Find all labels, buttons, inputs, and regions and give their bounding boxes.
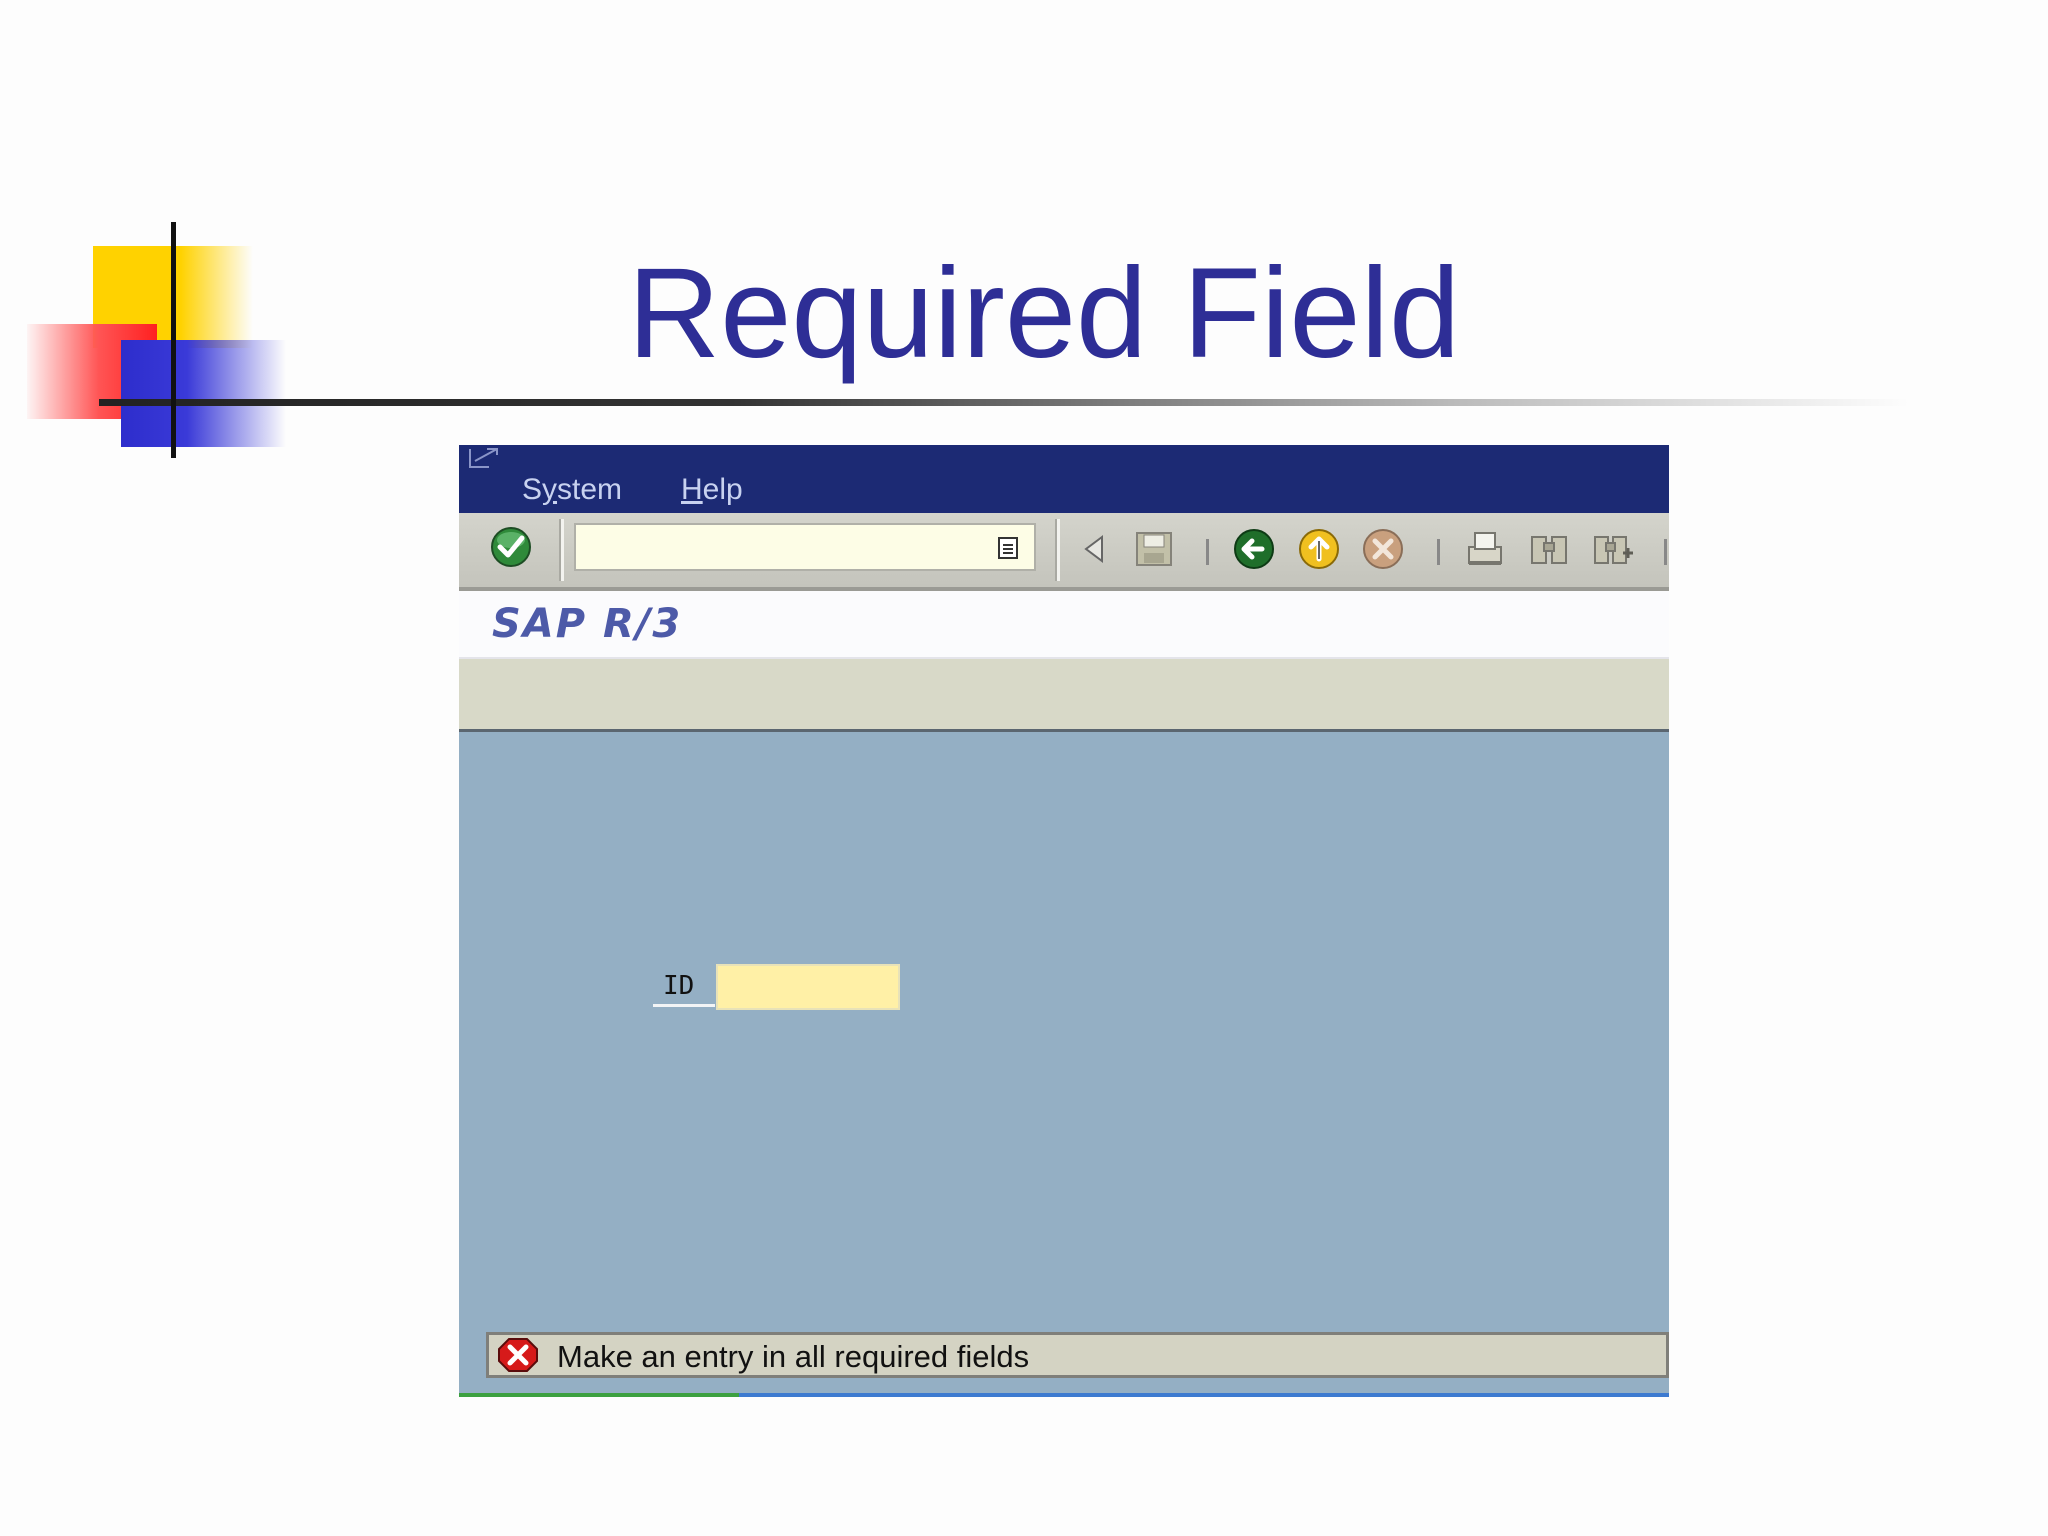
find-icon[interactable] [1527, 527, 1571, 571]
bottom-border-accent [459, 1393, 739, 1397]
menu-help-rest: elp [702, 473, 743, 506]
toolbar-separator [1055, 519, 1060, 581]
sap-logo: SAP R/3 [492, 601, 683, 647]
exit-yellow-icon[interactable] [1297, 527, 1341, 571]
menu-item-system[interactable]: System [522, 473, 622, 507]
command-field[interactable] [574, 523, 1036, 571]
menu-system-mnemonic: y [542, 473, 558, 506]
error-icon [498, 1338, 538, 1372]
id-field-label: ID [653, 965, 715, 1007]
back-green-icon[interactable] [1232, 527, 1276, 571]
menu-help-mnemonic: H [681, 473, 703, 506]
system-toolbar [459, 513, 1669, 591]
id-input[interactable] [716, 964, 900, 1010]
menu-bar: System Help [459, 445, 1669, 513]
find-next-icon[interactable] [1591, 527, 1635, 571]
menu-system-s: S [522, 473, 543, 506]
slide-title: Required Field [627, 242, 1461, 385]
print-icon[interactable] [1463, 527, 1507, 571]
toolbar-separator [1437, 539, 1440, 565]
status-message: Make an entry in all required fields [557, 1339, 1030, 1374]
menu-system-rest: stem [557, 473, 623, 506]
status-bar[interactable]: Make an entry in all required fields [486, 1332, 1669, 1378]
back-triangle-icon[interactable] [1072, 527, 1116, 571]
toolbar-separator [559, 519, 564, 581]
decor-horizontal-line [99, 399, 1909, 406]
command-history-icon[interactable] [996, 535, 1020, 561]
title-area: SAP R/3 [459, 591, 1669, 659]
enter-check-icon[interactable] [489, 525, 533, 569]
toolbar-separator [1664, 539, 1667, 565]
menu-item-help[interactable]: Help [681, 473, 743, 507]
cancel-icon[interactable] [1361, 527, 1405, 571]
sap-window: System Help SAP R/3 ID Make an entry in … [459, 445, 1669, 1397]
application-toolbar [459, 659, 1669, 732]
toolbar-separator [1206, 539, 1209, 565]
save-icon[interactable] [1132, 527, 1176, 571]
window-menu-icon[interactable] [467, 447, 503, 469]
